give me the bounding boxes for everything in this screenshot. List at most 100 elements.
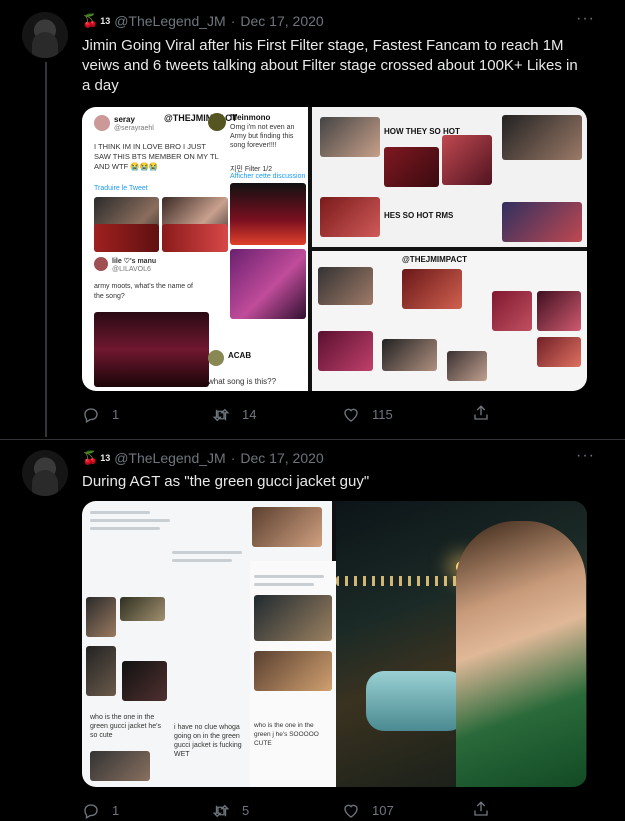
grid-photo-4	[537, 291, 581, 331]
separator: ·	[230, 13, 236, 29]
line	[254, 583, 314, 586]
tweet-header: 🍒 13 @TheLegend_JM · Dec 17, 2020	[82, 447, 324, 469]
line	[90, 511, 150, 514]
more-icon[interactable]: ···	[576, 10, 595, 28]
media-tile-photo[interactable]	[336, 501, 587, 787]
impact-handle: @THEJMIMPACT	[164, 113, 238, 123]
lifeinmono-avatar	[208, 113, 226, 131]
army-text: army moots, what's the name of the song?	[94, 283, 193, 300]
thread-line	[45, 62, 47, 437]
reply-button[interactable]: 1	[82, 802, 212, 820]
acab-name: ACAB	[228, 351, 252, 360]
tweet-actions: 1 14 115	[82, 404, 522, 425]
tile-photo	[120, 597, 165, 621]
rm-photo-5	[320, 197, 380, 237]
jimin-photo-4	[162, 224, 228, 252]
author-handle[interactable]: @TheLegend_JM	[114, 13, 226, 29]
reply-icon	[84, 803, 98, 819]
avatar[interactable]	[22, 450, 68, 496]
emoji-sup: 13	[100, 453, 111, 463]
acab-avatar	[208, 350, 224, 366]
tile-photo	[254, 651, 332, 691]
how-hot: HOW THEY SO HOT	[384, 127, 460, 136]
vintage-car	[366, 671, 466, 731]
like-button[interactable]: 107	[342, 802, 472, 820]
reply-count: 1	[112, 803, 120, 818]
reply-button[interactable]: 1	[82, 406, 212, 424]
retweet-icon	[212, 804, 230, 817]
tweet-media-grid[interactable]: who is the one in the green gucci jacket…	[82, 501, 587, 787]
media-tile-right-bottom[interactable]: @THEJMIMPACT	[312, 251, 587, 391]
separator: ·	[230, 450, 236, 466]
heart-icon	[344, 408, 358, 422]
sooooo-text: who is the one in the green j he's SOOOO…	[254, 722, 319, 747]
retweet-icon	[212, 408, 230, 421]
lile-name: lile ♡'s manu	[112, 258, 157, 265]
line	[90, 519, 170, 522]
share-button[interactable]	[472, 800, 490, 821]
media-tile-left[interactable]: seray @serayraehl @THEJMIMPACT I THINK I…	[82, 107, 308, 391]
translate-link: Traduire le Tweet	[94, 185, 148, 192]
reply-count: 1	[112, 407, 120, 422]
tweet-media-grid[interactable]: seray @serayraehl @THEJMIMPACT I THINK I…	[82, 107, 587, 391]
tweet-text: During AGT as "the green gucci jacket gu…	[82, 473, 370, 490]
tile-photo	[254, 595, 332, 641]
tweet-header: 🍒 13 @TheLegend_JM · Dec 17, 2020	[82, 10, 324, 32]
heart-icon	[344, 804, 358, 818]
share-button[interactable]	[472, 404, 490, 425]
share-icon	[474, 801, 488, 816]
author-handle[interactable]: @TheLegend_JM	[114, 450, 226, 466]
tweet-text: Jimin Going Viral after his First Filter…	[82, 37, 578, 94]
like-count: 115	[372, 407, 393, 422]
lile-avatar	[94, 257, 108, 271]
line	[254, 575, 324, 578]
seray-name: seray	[114, 115, 135, 124]
tweet-date[interactable]: Dec 17, 2020	[240, 450, 323, 466]
jimin-portrait	[456, 521, 586, 787]
hes-so-hot: HES SO HOT RMS	[384, 211, 454, 220]
line	[90, 527, 160, 530]
more-icon[interactable]: ···	[576, 447, 595, 465]
reply-icon	[84, 407, 98, 423]
retweet-button[interactable]: 5	[212, 802, 342, 820]
what-song: what song is this??	[208, 377, 277, 386]
rm-photo-6	[502, 202, 582, 242]
tile-photo	[90, 751, 150, 781]
rm-photo-2	[384, 147, 439, 187]
tweet-actions: 1 5 107	[82, 800, 522, 821]
tweet-divider	[0, 439, 625, 440]
impact-handle-2: @THEJMIMPACT	[402, 255, 467, 264]
retweet-button[interactable]: 14	[212, 406, 342, 424]
afficher-link: Afficher cette discussion	[230, 173, 306, 180]
tile-photo	[122, 661, 167, 701]
closeup-photo	[230, 249, 306, 319]
stage-video	[230, 183, 306, 245]
like-count: 107	[372, 803, 394, 818]
line	[172, 559, 232, 562]
media-tile-right-top[interactable]: HOW THEY SO HOT HES SO HOT RMS	[312, 107, 587, 247]
avatar[interactable]	[22, 12, 68, 58]
media-tile-middle[interactable]: who is the one in the green j he's SOOOO…	[250, 561, 336, 787]
emoji-sup: 13	[100, 16, 111, 26]
lifeinmono-name: lifeinmono	[230, 113, 271, 122]
grid-photo-1	[318, 267, 373, 305]
tile-photo	[252, 507, 322, 547]
grid-photo-7	[447, 351, 487, 381]
profile-pic	[94, 115, 110, 131]
cherry-emoji: 🍒	[82, 450, 99, 465]
retweet-count: 5	[242, 803, 250, 818]
grid-photo-6	[382, 339, 437, 371]
grid-photo-3	[492, 291, 532, 331]
like-button[interactable]: 115	[342, 406, 472, 424]
seray-handle: @serayraehl	[114, 125, 154, 132]
tweet-date[interactable]: Dec 17, 2020	[240, 13, 323, 29]
string-lights	[336, 576, 476, 586]
lile-handle: @LILAVOL6	[112, 266, 151, 273]
grid-photo-8	[537, 337, 581, 367]
tweet1-text: I THINK IM IN LOVE BRO I JUST SAW THIS B…	[94, 142, 219, 171]
grid-photo-5	[318, 331, 373, 371]
rm-photo-1	[320, 117, 380, 157]
tile-photo	[86, 597, 116, 637]
rm-photo-3	[442, 135, 492, 185]
jimin-photo-3	[94, 224, 159, 252]
